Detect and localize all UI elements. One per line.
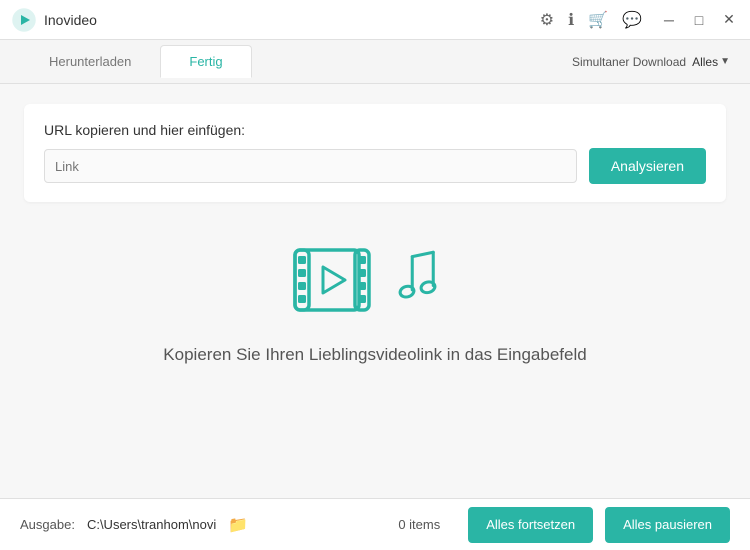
folder-icon[interactable]: 📁 [228, 515, 248, 535]
simultaneous-value: Alles [692, 55, 718, 69]
settings-icon[interactable]: ⚙ [540, 10, 554, 30]
resume-button[interactable]: Alles fortsetzen [468, 507, 593, 543]
simultaneous-section: Simultaner Download Alles ▼ [572, 55, 730, 69]
app-logo [12, 8, 36, 32]
music-icon [393, 246, 463, 311]
tab-fertig[interactable]: Fertig [160, 45, 251, 78]
dropdown-arrow-icon: ▼ [720, 56, 730, 67]
empty-illustration [287, 242, 463, 317]
content-wrapper: URL kopieren und hier einfügen: Analysie… [0, 84, 750, 498]
close-button[interactable]: ✕ [720, 11, 738, 29]
url-input[interactable] [44, 149, 577, 183]
pause-button[interactable]: Alles pausieren [605, 507, 730, 543]
url-section: URL kopieren und hier einfügen: Analysie… [24, 104, 726, 202]
output-path: C:\Users\tranhom\novi [87, 517, 216, 532]
output-label: Ausgabe: [20, 517, 75, 532]
cart-icon[interactable]: 🛒 [588, 10, 608, 30]
bottom-bar: Ausgabe: C:\Users\tranhom\novi 📁 0 items… [0, 498, 750, 550]
info-icon[interactable]: ℹ [568, 10, 574, 30]
url-input-row: Analysieren [44, 148, 706, 184]
url-label: URL kopieren und hier einfügen: [44, 122, 706, 138]
simultaneous-label: Simultaner Download [572, 55, 686, 69]
titlebar-left: Inovideo [12, 8, 97, 32]
titlebar: Inovideo ⚙ ℹ 🛒 💬 ─ □ ✕ [0, 0, 750, 40]
analyze-button[interactable]: Analysieren [589, 148, 706, 184]
simultaneous-dropdown[interactable]: Alles ▼ [692, 55, 730, 69]
maximize-button[interactable]: □ [690, 11, 708, 29]
items-count: 0 items [398, 517, 440, 532]
film-icon [287, 242, 377, 317]
titlebar-icons: ⚙ ℹ 🛒 💬 [540, 10, 642, 30]
tabs-row: Herunterladen Fertig Simultaner Download… [0, 40, 750, 84]
empty-state: Kopieren Sie Ihren Lieblingsvideolink in… [24, 202, 726, 395]
minimize-button[interactable]: ─ [660, 11, 678, 29]
tab-herunterladen[interactable]: Herunterladen [20, 45, 160, 78]
app-title: Inovideo [44, 12, 97, 28]
empty-state-text: Kopieren Sie Ihren Lieblingsvideolink in… [163, 345, 586, 365]
main-content: URL kopieren und hier einfügen: Analysie… [0, 84, 750, 498]
titlebar-controls: ─ □ ✕ [660, 11, 738, 29]
chat-icon[interactable]: 💬 [622, 10, 642, 30]
